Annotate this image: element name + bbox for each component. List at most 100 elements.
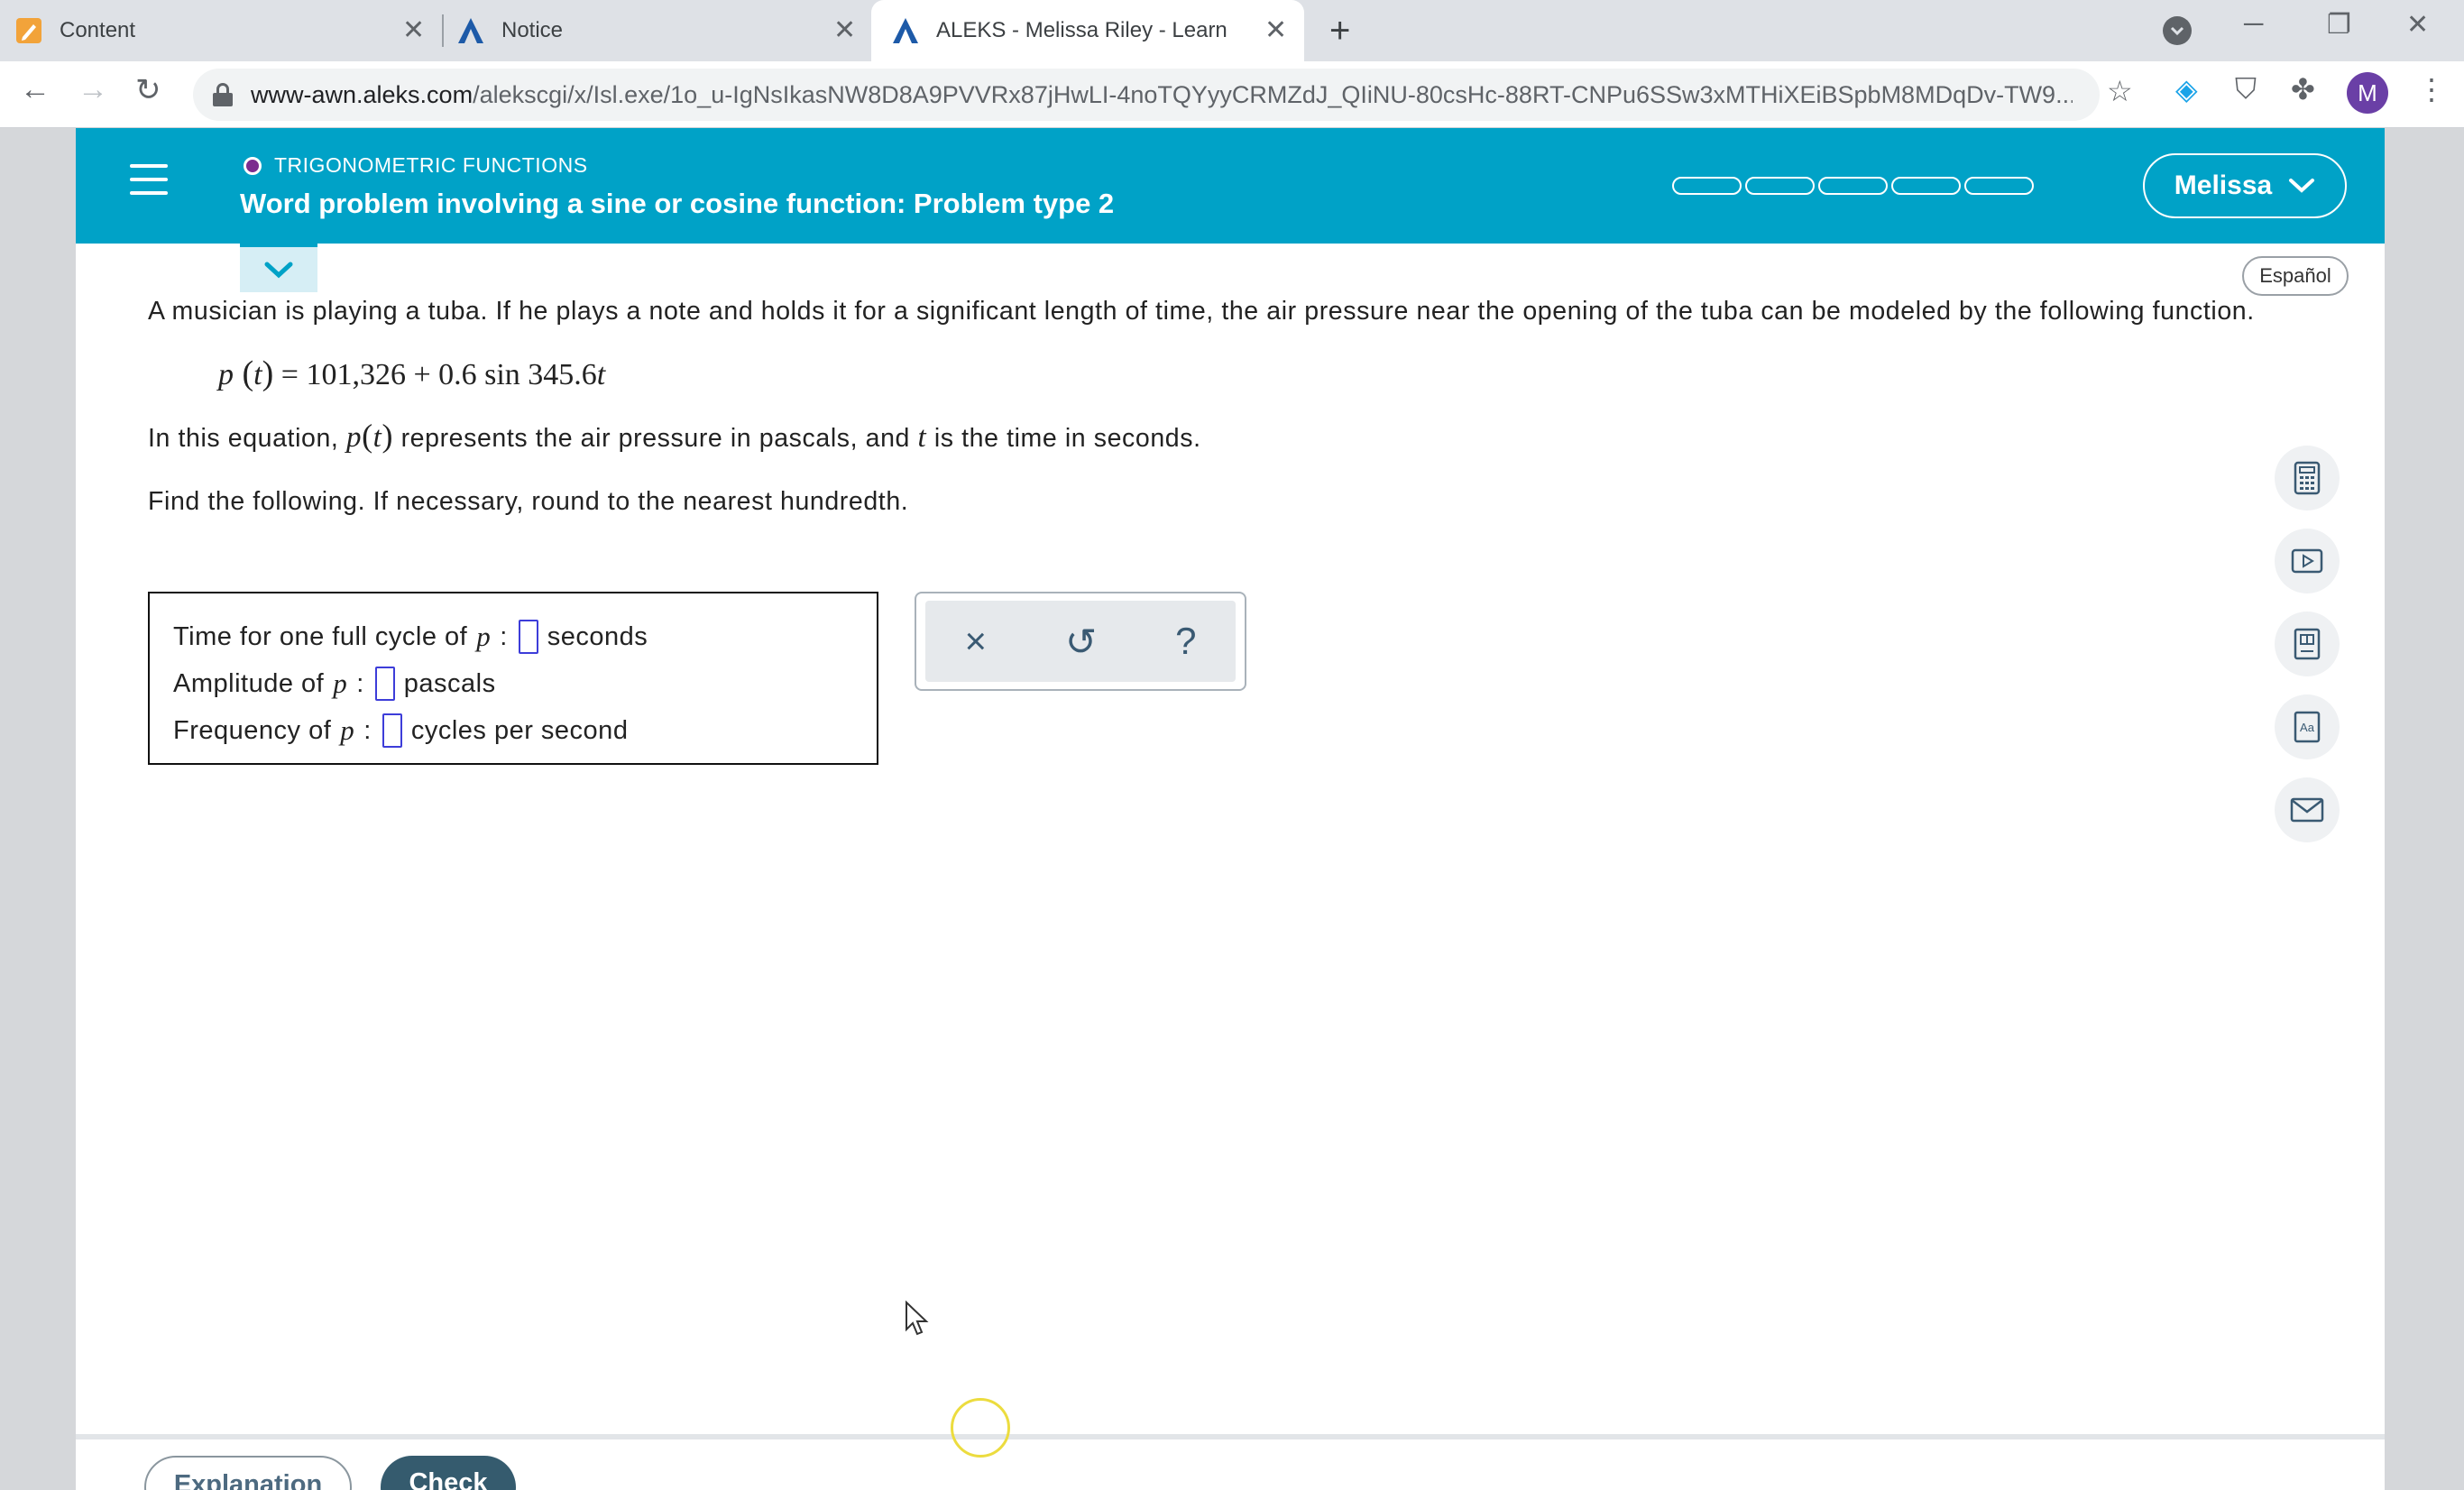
topic-row: TRIGONOMETRIC FUNCTIONS xyxy=(244,153,588,178)
problem-title: Word problem involving a sine or cosine … xyxy=(240,188,1115,219)
explanation-suffix: is the time in seconds. xyxy=(933,424,1201,453)
reload-icon[interactable]: ↻ xyxy=(135,72,161,108)
url-host: www-awn.aleks.com xyxy=(251,80,473,108)
browser-toolbar: ← → ↻ www-awn.aleks.com/alekscgi/x/Isl.e… xyxy=(0,61,2464,128)
user-menu-button[interactable]: Melissa xyxy=(2143,153,2347,218)
pencil-icon xyxy=(14,16,43,45)
close-icon[interactable]: ✕ xyxy=(402,14,425,46)
tab-content[interactable]: Content ✕ xyxy=(14,0,438,61)
period-input[interactable] xyxy=(518,620,538,654)
problem-intro: A musician is playing a tuba. If he play… xyxy=(148,297,2255,326)
help-button[interactable]: ? xyxy=(1175,620,1196,663)
equation-argument: t xyxy=(253,358,262,391)
aleks-header: TRIGONOMETRIC FUNCTIONS Word problem inv… xyxy=(76,128,2385,244)
progress-bar xyxy=(1672,177,2034,195)
url-path: /alekscgi/x/Isl.exe/1o_u-IgNsIkasNW8D8A9… xyxy=(473,80,2073,108)
address-bar[interactable]: www-awn.aleks.com/alekscgi/x/Isl.exe/1o_… xyxy=(193,69,2100,121)
answer-colon: : xyxy=(356,668,364,698)
browser-tab-strip: Content ✕ Notice ✕ ALEKS - Melissa Riley… xyxy=(0,0,2464,61)
extension-diamond-icon[interactable]: ◈ xyxy=(2175,72,2198,106)
window-close-icon[interactable]: ✕ xyxy=(2406,9,2429,41)
answer-label: Frequency of xyxy=(173,715,332,745)
chevron-down-icon xyxy=(2289,179,2315,193)
side-toolbar: Aa xyxy=(2275,446,2340,842)
close-icon[interactable]: ✕ xyxy=(833,14,856,46)
answer-row-frequency: Frequency of p : cycles per second xyxy=(173,707,877,754)
mouse-pointer-icon xyxy=(906,1301,929,1336)
tab-aleks-learn[interactable]: ALEKS - Melissa Riley - Learn ✕ xyxy=(871,0,1304,61)
bookmark-star-icon[interactable]: ☆ xyxy=(2107,74,2133,108)
tab-title: Notice xyxy=(501,18,564,42)
progress-segment xyxy=(1818,177,1888,195)
collapse-header-button[interactable] xyxy=(240,244,317,292)
tab-search-icon[interactable] xyxy=(2163,16,2192,45)
model-equation: p (t) = 101,326 + 0.6 sin 345.6t xyxy=(218,354,606,392)
answer-unit: cycles per second xyxy=(410,715,629,745)
answer-row-amplitude: Amplitude of p : pascals xyxy=(173,660,877,707)
mail-icon[interactable] xyxy=(2275,777,2340,842)
explanation-variable: t xyxy=(917,421,927,454)
aleks-page: TRIGONOMETRIC FUNCTIONS Word problem inv… xyxy=(76,128,2385,1490)
undo-button[interactable]: ↺ xyxy=(1065,620,1097,664)
progress-segment xyxy=(1672,177,1742,195)
forward-arrow-icon[interactable]: → xyxy=(78,72,108,107)
user-name: Melissa xyxy=(2174,170,2273,200)
language-toggle-button[interactable]: Español xyxy=(2242,256,2349,296)
instruction-text: Find the following. If necessary, round … xyxy=(148,487,909,516)
explanation-prefix: In this equation, xyxy=(148,424,339,453)
video-icon[interactable] xyxy=(2275,529,2340,593)
footer-bar: Explanation Check xyxy=(76,1434,2385,1490)
equation-function: p xyxy=(218,358,234,391)
tab-title: Content xyxy=(60,18,136,42)
browser-menu-icon[interactable]: ⋮ xyxy=(2417,72,2446,106)
check-button[interactable]: Check xyxy=(381,1456,516,1490)
close-icon[interactable]: ✕ xyxy=(1264,14,1287,46)
progress-segment xyxy=(1745,177,1815,195)
clear-button[interactable]: × xyxy=(964,620,987,663)
answer-label: Time for one full cycle of xyxy=(173,621,468,651)
answer-box: Time for one full cycle of p : seconds A… xyxy=(148,592,878,765)
shield-extension-icon[interactable]: ⛉ xyxy=(2235,72,2257,106)
explanation-button[interactable]: Explanation xyxy=(144,1456,352,1490)
tab-divider xyxy=(442,14,444,47)
answer-variable: p xyxy=(333,667,348,699)
tab-notice[interactable]: Notice ✕ xyxy=(456,0,871,61)
progress-segment xyxy=(1964,177,2034,195)
tab-title: ALEKS - Melissa Riley - Learn xyxy=(936,18,1227,42)
new-tab-button[interactable]: + xyxy=(1329,11,1350,51)
answer-colon: : xyxy=(363,715,372,745)
equation-explanation: In this equation, p(t) represents the ai… xyxy=(148,418,1201,454)
lock-icon xyxy=(213,83,233,106)
amplitude-input[interactable] xyxy=(374,667,395,701)
explanation-middle: represents the air pressure in pascals, … xyxy=(400,424,910,453)
equation-variable: t xyxy=(596,358,606,391)
aleks-logo-icon xyxy=(456,16,485,45)
answer-variable: p xyxy=(340,714,355,746)
aleks-logo-icon xyxy=(891,16,920,45)
problem-content: A musician is playing a tuba. If he play… xyxy=(148,296,2276,517)
answer-unit: seconds xyxy=(547,621,648,651)
minimize-icon[interactable]: ─ xyxy=(2244,9,2263,40)
equation-rhs: = 101,326 + 0.6 sin 345.6 xyxy=(280,358,597,391)
answer-label: Amplitude of xyxy=(173,668,325,698)
progress-segment xyxy=(1891,177,1961,195)
extensions-puzzle-icon[interactable]: ✤ xyxy=(2291,72,2315,106)
svg-text:Aa: Aa xyxy=(2300,721,2315,734)
calculator-icon[interactable] xyxy=(2275,446,2340,510)
frequency-input[interactable] xyxy=(382,713,402,748)
textbook-icon[interactable] xyxy=(2275,612,2340,676)
answer-row-period: Time for one full cycle of p : seconds xyxy=(173,613,877,660)
back-arrow-icon[interactable]: ← xyxy=(20,72,51,107)
answer-tool-panel: × ↺ ? xyxy=(915,592,1246,691)
answer-unit: pascals xyxy=(403,668,496,698)
dictionary-icon[interactable]: Aa xyxy=(2275,694,2340,759)
topic-label: TRIGONOMETRIC FUNCTIONS xyxy=(274,153,588,177)
profile-avatar[interactable]: M xyxy=(2347,72,2388,114)
hamburger-menu-icon[interactable] xyxy=(130,164,168,195)
explanation-function: p xyxy=(345,421,363,454)
url-text[interactable]: www-awn.aleks.com/alekscgi/x/Isl.exe/1o_… xyxy=(251,81,2073,109)
answer-colon: : xyxy=(500,621,508,651)
cursor-highlight xyxy=(951,1398,1010,1458)
topic-status-dot-icon xyxy=(244,156,262,175)
restore-icon[interactable]: ❐ xyxy=(2327,9,2351,41)
